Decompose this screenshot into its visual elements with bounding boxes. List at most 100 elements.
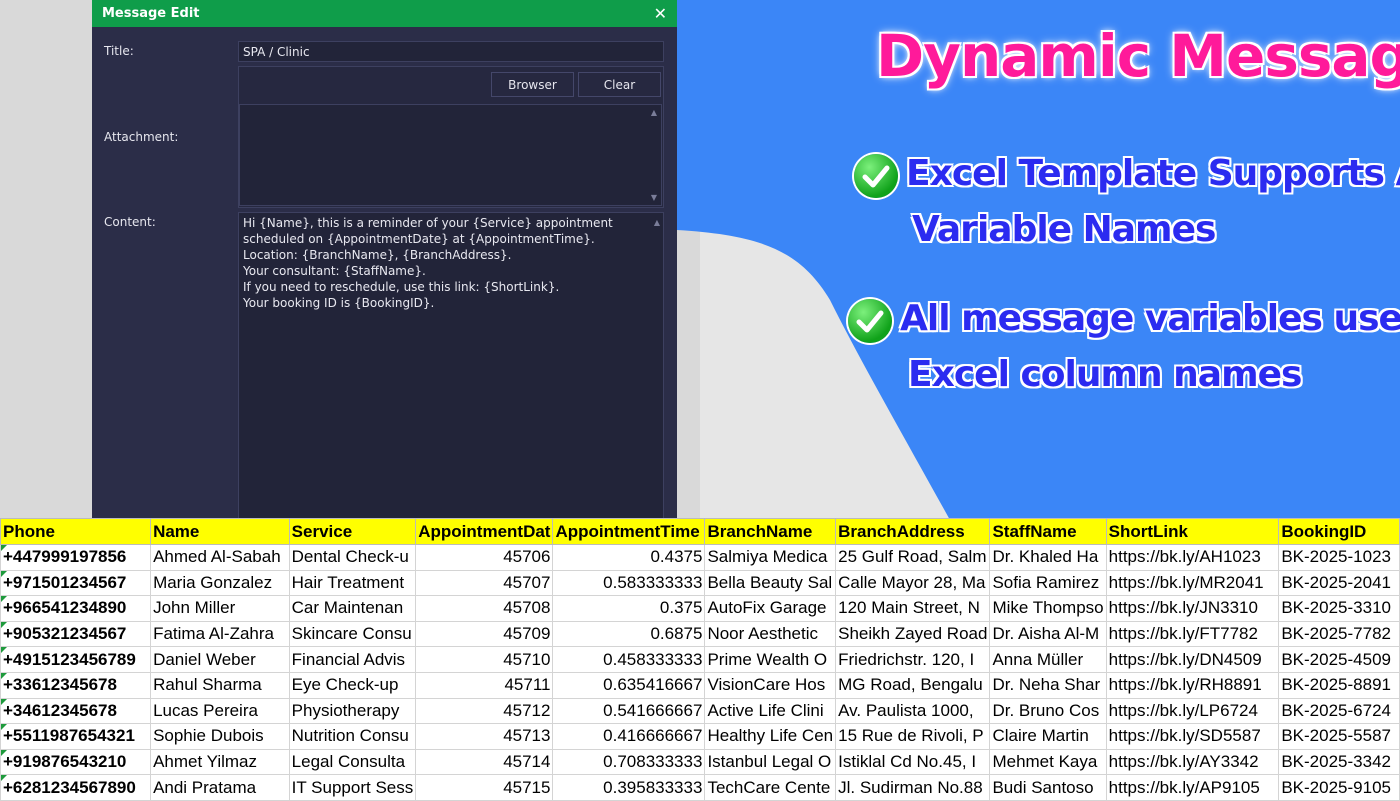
table-cell[interactable]: Jl. Sudirman No.88 bbox=[835, 774, 991, 801]
table-cell[interactable]: Sofia Ramirez bbox=[989, 569, 1107, 597]
column-header[interactable]: BookingID bbox=[1278, 518, 1400, 545]
table-cell[interactable]: BK-2025-3342 bbox=[1278, 748, 1400, 776]
table-cell[interactable]: 15 Rue de Rivoli, P bbox=[835, 723, 991, 750]
content-scroll-up-icon[interactable]: ▲ bbox=[652, 218, 662, 227]
table-cell[interactable]: Maria Gonzalez bbox=[150, 569, 290, 597]
table-cell[interactable]: Eye Check-up bbox=[288, 671, 417, 699]
table-cell[interactable]: https://bk.ly/AH1023 bbox=[1105, 544, 1280, 571]
table-cell[interactable]: https://bk.ly/SD5587 bbox=[1105, 723, 1280, 750]
table-cell[interactable]: https://bk.ly/AY3342 bbox=[1105, 748, 1280, 776]
table-cell[interactable]: 0.458333333 bbox=[552, 646, 706, 673]
table-cell[interactable]: 0.635416667 bbox=[552, 671, 706, 699]
column-header[interactable]: ShortLink bbox=[1105, 518, 1280, 545]
table-cell[interactable]: 0.375 bbox=[552, 595, 706, 622]
table-cell[interactable]: +6281234567890 bbox=[0, 774, 152, 801]
column-header[interactable]: AppointmentTime bbox=[552, 518, 706, 545]
table-cell[interactable]: Lucas Pereira bbox=[150, 697, 290, 725]
table-cell[interactable]: BK-2025-9105 bbox=[1278, 774, 1400, 801]
table-cell[interactable]: 45710 bbox=[415, 646, 554, 673]
table-cell[interactable]: 45712 bbox=[415, 697, 554, 725]
table-cell[interactable]: Dr. Khaled Ha bbox=[989, 544, 1107, 571]
scroll-down-icon[interactable]: ▼ bbox=[649, 193, 659, 202]
table-cell[interactable]: Bella Beauty Sal bbox=[704, 569, 837, 597]
table-cell[interactable]: John Miller bbox=[150, 595, 290, 622]
table-cell[interactable]: Noor Aesthetic bbox=[704, 620, 837, 648]
table-cell[interactable]: Friedrichstr. 120, I bbox=[835, 646, 991, 673]
table-cell[interactable]: +905321234567 bbox=[0, 620, 152, 648]
table-cell[interactable]: Physiotherapy bbox=[288, 697, 417, 725]
table-cell[interactable]: BK-2025-8891 bbox=[1278, 671, 1400, 699]
table-cell[interactable]: TechCare Cente bbox=[704, 774, 837, 801]
close-icon[interactable]: ✕ bbox=[654, 4, 667, 23]
table-cell[interactable]: 0.708333333 bbox=[552, 748, 706, 776]
attachment-list[interactable]: ▲ ▼ bbox=[239, 104, 662, 206]
table-cell[interactable]: Rahul Sharma bbox=[150, 671, 290, 699]
column-header[interactable]: Service bbox=[288, 518, 417, 545]
table-cell[interactable]: +33612345678 bbox=[0, 671, 152, 699]
table-cell[interactable]: BK-2025-6724 bbox=[1278, 697, 1400, 725]
table-cell[interactable]: +919876543210 bbox=[0, 748, 152, 776]
table-cell[interactable]: +5511987654321 bbox=[0, 723, 152, 750]
table-cell[interactable]: Dr. Aisha Al-M bbox=[989, 620, 1107, 648]
table-cell[interactable]: 45707 bbox=[415, 569, 554, 597]
table-cell[interactable]: Dental Check-u bbox=[288, 544, 417, 571]
table-cell[interactable]: BK-2025-5587 bbox=[1278, 723, 1400, 750]
table-cell[interactable]: Prime Wealth O bbox=[704, 646, 837, 673]
browser-button[interactable]: Browser bbox=[491, 72, 574, 97]
table-cell[interactable]: 0.395833333 bbox=[552, 774, 706, 801]
table-cell[interactable]: Calle Mayor 28, Ma bbox=[835, 569, 991, 597]
column-header[interactable]: StaffName bbox=[989, 518, 1107, 545]
content-textarea[interactable]: Hi {Name}, this is a reminder of your {S… bbox=[238, 212, 664, 520]
table-cell[interactable]: 120 Main Street, N bbox=[835, 595, 991, 622]
table-cell[interactable]: BK-2025-7782 bbox=[1278, 620, 1400, 648]
table-cell[interactable]: 0.416666667 bbox=[552, 723, 706, 750]
table-cell[interactable]: +966541234890 bbox=[0, 595, 152, 622]
table-cell[interactable]: 45715 bbox=[415, 774, 554, 801]
table-cell[interactable]: 45711 bbox=[415, 671, 554, 699]
table-cell[interactable]: Av. Paulista 1000, bbox=[835, 697, 991, 725]
title-input[interactable]: SPA / Clinic bbox=[238, 41, 664, 62]
table-cell[interactable]: Active Life Clini bbox=[704, 697, 837, 725]
table-cell[interactable]: 45706 bbox=[415, 544, 554, 571]
table-cell[interactable]: https://bk.ly/JN3310 bbox=[1105, 595, 1280, 622]
table-cell[interactable]: Nutrition Consu bbox=[288, 723, 417, 750]
column-header[interactable]: BranchName bbox=[704, 518, 837, 545]
table-cell[interactable]: IT Support Sess bbox=[288, 774, 417, 801]
table-cell[interactable]: BK-2025-3310 bbox=[1278, 595, 1400, 622]
table-cell[interactable]: 0.583333333 bbox=[552, 569, 706, 597]
table-cell[interactable]: Ahmed Al-Sabah bbox=[150, 544, 290, 571]
table-cell[interactable]: VisionCare Hos bbox=[704, 671, 837, 699]
table-cell[interactable]: Legal Consulta bbox=[288, 748, 417, 776]
table-cell[interactable]: +4915123456789 bbox=[0, 646, 152, 673]
table-cell[interactable]: https://bk.ly/LP6724 bbox=[1105, 697, 1280, 725]
table-cell[interactable]: Dr. Neha Shar bbox=[989, 671, 1107, 699]
table-cell[interactable]: 0.541666667 bbox=[552, 697, 706, 725]
column-header[interactable]: AppointmentDat bbox=[415, 518, 554, 545]
table-cell[interactable]: Ahmet Yilmaz bbox=[150, 748, 290, 776]
table-cell[interactable]: Car Maintenan bbox=[288, 595, 417, 622]
table-cell[interactable]: https://bk.ly/AP9105 bbox=[1105, 774, 1280, 801]
table-cell[interactable]: https://bk.ly/FT7782 bbox=[1105, 620, 1280, 648]
table-cell[interactable]: MG Road, Bengalu bbox=[835, 671, 991, 699]
table-cell[interactable]: https://bk.ly/MR2041 bbox=[1105, 569, 1280, 597]
table-cell[interactable]: Andi Pratama bbox=[150, 774, 290, 801]
table-cell[interactable]: +971501234567 bbox=[0, 569, 152, 597]
table-cell[interactable]: 0.6875 bbox=[552, 620, 706, 648]
table-cell[interactable]: 45714 bbox=[415, 748, 554, 776]
table-cell[interactable]: Dr. Bruno Cos bbox=[989, 697, 1107, 725]
table-cell[interactable]: Istanbul Legal O bbox=[704, 748, 837, 776]
scroll-up-icon[interactable]: ▲ bbox=[649, 108, 659, 117]
column-header[interactable]: BranchAddress bbox=[835, 518, 991, 545]
table-cell[interactable]: Anna Müller bbox=[989, 646, 1107, 673]
table-cell[interactable]: Salmiya Medica bbox=[704, 544, 837, 571]
table-cell[interactable]: Hair Treatment bbox=[288, 569, 417, 597]
table-cell[interactable]: BK-2025-1023 bbox=[1278, 544, 1400, 571]
table-cell[interactable]: Skincare Consu bbox=[288, 620, 417, 648]
table-cell[interactable]: BK-2025-4509 bbox=[1278, 646, 1400, 673]
table-cell[interactable]: 0.4375 bbox=[552, 544, 706, 571]
table-cell[interactable]: +34612345678 bbox=[0, 697, 152, 725]
table-cell[interactable]: Sophie Dubois bbox=[150, 723, 290, 750]
column-header[interactable]: Phone bbox=[0, 518, 152, 545]
table-cell[interactable]: Sheikh Zayed Road bbox=[835, 620, 991, 648]
table-cell[interactable]: Healthy Life Cen bbox=[704, 723, 837, 750]
